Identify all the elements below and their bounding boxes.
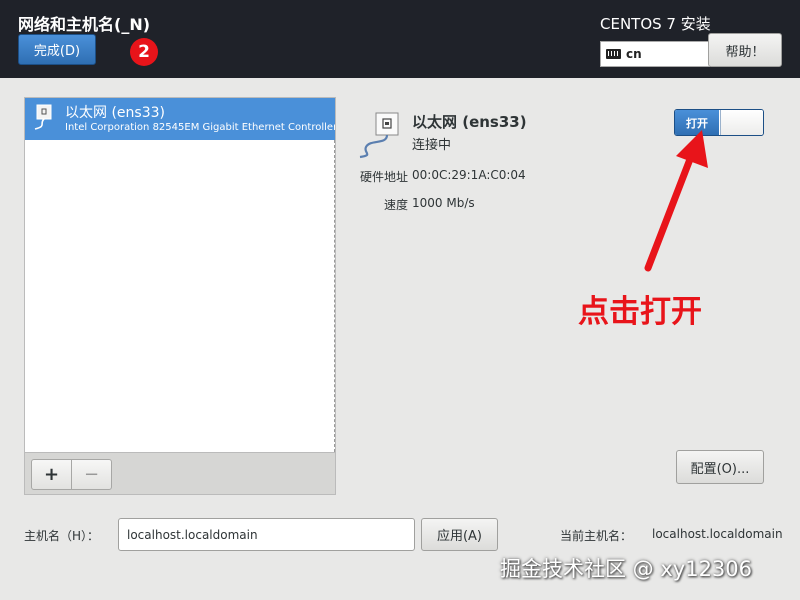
help-button[interactable]: 帮助！ <box>708 33 782 67</box>
annotation-click-open: 点击打开 <box>578 294 702 330</box>
done-button[interactable]: 完成(D) <box>18 34 96 65</box>
hostname-label: 主机名（H）： <box>24 529 100 543</box>
top-header-bar: 网络和主机名(_N) 完成(D) 2 CENTOS 7 安装 cn 帮助！ <box>0 0 800 78</box>
list-scroll-edge <box>334 140 335 452</box>
device-detail-name: 以太网 (ens33) <box>412 113 527 131</box>
step-number-badge: 2 <box>130 38 158 66</box>
current-hostname-label: 当前主机名： <box>560 529 633 543</box>
add-device-button[interactable]: + <box>31 459 72 490</box>
device-list-item[interactable]: 以太网 (ens33) Intel Corporation 82545EM Gi… <box>25 98 335 140</box>
spoke-title: 网络和主机名(_N) <box>18 15 151 34</box>
ethernet-large-icon <box>359 112 399 159</box>
keyboard-layout-label: cn <box>626 47 642 61</box>
keyboard-icon <box>606 49 621 59</box>
hardware-address-label: 硬件地址 <box>359 170 408 184</box>
product-title: CENTOS 7 安装 <box>600 15 711 33</box>
device-list-toolbar: + − <box>25 452 335 494</box>
source-watermark: 掘金技术社区 @ xy12306 <box>500 557 753 581</box>
device-item-name: 以太网 (ens33) <box>65 105 165 121</box>
ethernet-icon <box>34 104 52 130</box>
device-connection-status: 连接中 <box>412 138 452 153</box>
hostname-input[interactable] <box>118 518 415 551</box>
configure-button[interactable]: 配置(O)... <box>676 450 764 484</box>
hardware-address-value: 00:0C:29:1A:C0:04 <box>412 168 526 182</box>
toggle-knob <box>720 110 763 135</box>
device-list-panel: 以太网 (ens33) Intel Corporation 82545EM Gi… <box>24 97 336 495</box>
apply-hostname-button[interactable]: 应用(A) <box>421 518 498 551</box>
current-hostname-value: localhost.localdomain <box>652 527 783 541</box>
speed-label: 速度 <box>383 198 408 212</box>
device-item-description: Intel Corporation 82545EM Gigabit Ethern… <box>65 122 335 133</box>
keyboard-layout-indicator[interactable]: cn <box>600 41 710 67</box>
annotation-arrow-icon <box>644 130 708 272</box>
remove-device-button[interactable]: − <box>71 459 112 490</box>
speed-value: 1000 Mb/s <box>412 196 475 210</box>
